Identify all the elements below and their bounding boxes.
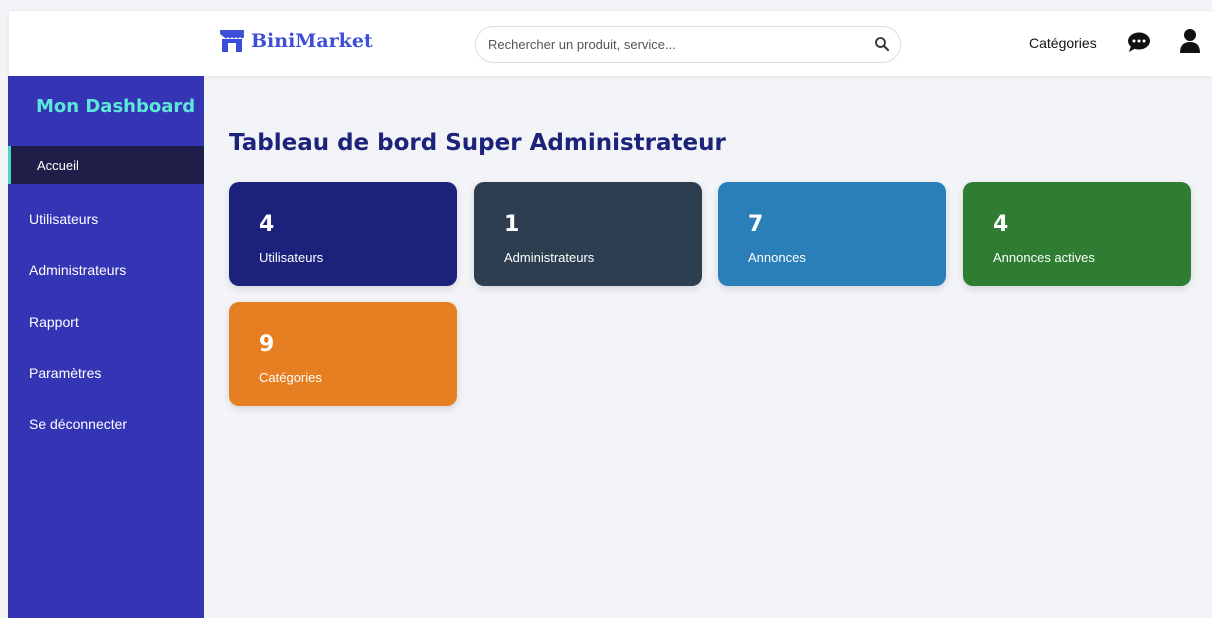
search-input[interactable] — [488, 27, 858, 62]
search-bar — [475, 26, 901, 63]
stat-value: 9 — [259, 332, 275, 357]
stat-label: Annonces actives — [993, 250, 1095, 265]
brand-name: BiniMarket — [251, 30, 373, 52]
stat-value: 1 — [504, 212, 520, 237]
sidebar-title: Mon Dashboard — [36, 96, 196, 117]
stat-label: Catégories — [259, 370, 322, 385]
stat-card-utilisateurs[interactable]: 4 Utilisateurs — [229, 182, 457, 286]
stat-label: Administrateurs — [504, 250, 595, 265]
stat-value: 4 — [259, 212, 275, 237]
stat-value: 7 — [748, 212, 764, 237]
brand-logo[interactable]: BiniMarket — [219, 29, 373, 53]
stat-label: Utilisateurs — [259, 250, 324, 265]
stat-card-annonces[interactable]: 7 Annonces — [718, 182, 946, 286]
sidebar: Mon Dashboard Accueil Utilisateurs Admin… — [8, 76, 204, 618]
user-icon[interactable] — [1179, 28, 1201, 54]
stat-label: Annonces — [748, 250, 806, 265]
stat-card-administrateurs[interactable]: 1 Administrateurs — [474, 182, 702, 286]
sidebar-item-accueil[interactable]: Accueil — [8, 146, 204, 184]
sidebar-item-utilisateurs[interactable]: Utilisateurs — [8, 200, 204, 238]
sidebar-item-logout[interactable]: Se déconnecter — [8, 405, 204, 443]
shop-icon — [220, 30, 244, 52]
page-title: Tableau de bord Super Administrateur — [229, 130, 726, 156]
search-icon[interactable] — [874, 36, 890, 52]
chat-icon[interactable] — [1127, 31, 1151, 53]
sidebar-item-administrateurs[interactable]: Administrateurs — [8, 251, 204, 289]
stat-value: 4 — [993, 212, 1009, 237]
sidebar-item-rapport[interactable]: Rapport — [8, 303, 204, 341]
categories-link[interactable]: Catégories — [1029, 35, 1097, 51]
sidebar-item-parametres[interactable]: Paramètres — [8, 354, 204, 392]
stat-card-categories[interactable]: 9 Catégories — [229, 302, 457, 406]
stat-card-annonces-actives[interactable]: 4 Annonces actives — [963, 182, 1191, 286]
top-header: BiniMarket Catégories — [8, 10, 1212, 76]
